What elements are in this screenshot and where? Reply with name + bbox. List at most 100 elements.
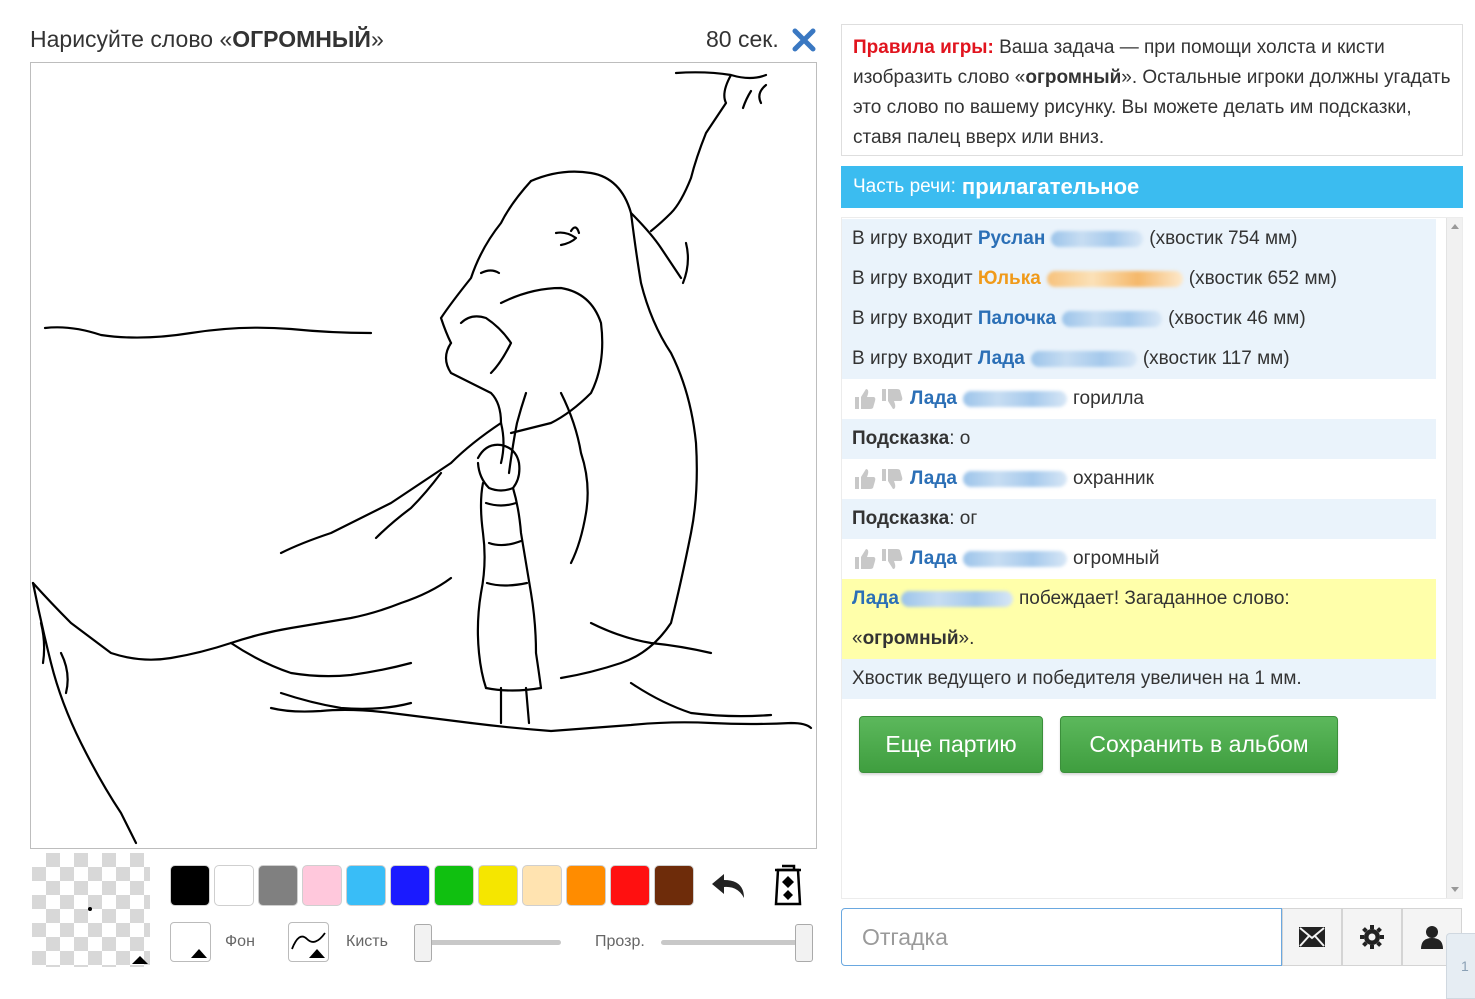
player-name[interactable]: Лада (910, 388, 957, 410)
player-name[interactable]: Лада (910, 548, 957, 570)
color-swatch-blue[interactable] (390, 865, 430, 906)
thumb-down-icon[interactable] (879, 386, 905, 412)
brush-size-slider[interactable] (420, 940, 561, 945)
blurred-surname (1062, 311, 1163, 327)
scroll-up-icon[interactable] (1451, 224, 1459, 229)
brush-dropdown-icon (309, 949, 325, 958)
scroll-down-icon[interactable] (1451, 887, 1459, 892)
thumb-up-icon[interactable] (852, 546, 878, 572)
chat-guess-line: Лада охранник (842, 459, 1436, 499)
vote-thumbs (852, 386, 906, 412)
close-icon[interactable] (790, 26, 818, 54)
part-of-speech-bar: Часть речи: прилагательное (841, 166, 1463, 208)
brush-dot (88, 907, 92, 911)
vote-thumbs (852, 466, 906, 492)
guess-text: охранник (1073, 468, 1154, 489)
chat-guess-line: Лада огромный (842, 539, 1436, 579)
color-swatch-brown[interactable] (654, 865, 694, 906)
task-prefix: Нарисуйте слово « (30, 26, 233, 52)
color-swatch-beige[interactable] (522, 865, 562, 906)
color-swatch-pink[interactable] (302, 865, 342, 906)
player-name[interactable]: Палочка (978, 308, 1056, 330)
hint-label: Подсказка (852, 428, 950, 449)
task-title: Нарисуйте слово «ОГРОМНЫЙ» (30, 26, 384, 53)
user-icon (1421, 926, 1443, 949)
player-name[interactable]: Юлька (978, 268, 1041, 290)
color-swatch-white[interactable] (214, 865, 254, 906)
blurred-surname (1030, 351, 1137, 367)
background-picker[interactable] (170, 922, 211, 962)
color-swatch-orange[interactable] (566, 865, 606, 906)
blurred-surname (963, 471, 1067, 487)
join-prefix: В игру входит (852, 268, 973, 289)
guess-input[interactable] (841, 908, 1282, 966)
chat-join-line: В игру входит Руслан (хвостик 754 мм) (842, 219, 1436, 259)
blurred-surname (1046, 271, 1183, 287)
player-name[interactable]: Лада (978, 348, 1025, 370)
join-prefix: В игру входит (852, 348, 973, 369)
join-tail: (хвостик 117 мм) (1142, 348, 1290, 369)
color-swatch-gray[interactable] (258, 865, 298, 906)
save-to-album-button[interactable]: Сохранить в альбом (1060, 716, 1338, 773)
color-swatch-black[interactable] (170, 865, 210, 906)
winner-name[interactable]: Лада (852, 588, 899, 610)
winner-word-open: « (852, 628, 863, 649)
thumb-down-icon[interactable] (879, 466, 905, 492)
gear-icon (1360, 925, 1384, 949)
guess-text: огромный (1073, 548, 1160, 569)
drawing-canvas[interactable] (30, 62, 817, 849)
color-swatch-light-blue[interactable] (346, 865, 386, 906)
chat-log: В игру входит Руслан (хвостик 754 мм) В и… (841, 217, 1463, 899)
blurred-surname (901, 591, 1013, 607)
task-word: ОГРОМНЫЙ (232, 26, 371, 52)
thumb-down-icon[interactable] (879, 546, 905, 572)
vote-thumbs (852, 546, 906, 572)
timer: 80 сек. (706, 26, 779, 52)
opacity-slider[interactable] (661, 940, 807, 945)
mail-button[interactable] (1282, 908, 1342, 966)
mail-icon (1299, 927, 1325, 947)
undo-icon[interactable] (710, 866, 750, 906)
brush-size-handle[interactable] (414, 924, 432, 962)
player-name[interactable]: Руслан (978, 228, 1045, 250)
clear-canvas-icon[interactable] (770, 862, 806, 906)
blurred-surname (963, 551, 1067, 567)
preview-corner-arrow-icon[interactable] (132, 956, 148, 964)
brush-preview (32, 853, 150, 967)
settings-button[interactable] (1342, 908, 1402, 966)
hint-text: : ог (949, 508, 978, 529)
hint-text: : о (949, 428, 971, 449)
color-palette (170, 865, 694, 906)
blurred-surname (963, 391, 1067, 407)
join-tail: (хвостик 46 мм) (1168, 308, 1306, 329)
chat-join-line: В игру входит Лада (хвостик 117 мм) (842, 339, 1436, 379)
chat-guess-line: Лада горилла (842, 379, 1436, 419)
background-label: Фон (225, 933, 255, 950)
color-swatch-yellow[interactable] (478, 865, 518, 906)
task-suffix: » (370, 26, 384, 52)
chat-hint-line: Подсказка: о (842, 419, 1436, 459)
join-prefix: В игру входит (852, 228, 973, 249)
opacity-handle[interactable] (795, 924, 813, 962)
brush-picker[interactable] (288, 922, 329, 962)
join-prefix: В игру входит (852, 308, 973, 329)
rules-title: Правила игры: (853, 37, 994, 58)
thumb-up-icon[interactable] (852, 386, 878, 412)
color-swatch-red[interactable] (610, 865, 650, 906)
player-name[interactable]: Лада (910, 468, 957, 490)
chat-reward-line: Хвостик ведущего и победителя увеличен н… (842, 659, 1436, 699)
side-tab[interactable]: 1 (1446, 933, 1475, 999)
winner-word: огромный (862, 628, 959, 649)
chat-join-line: В игру входит Палочка (хвостик 46 мм) (842, 299, 1436, 339)
play-again-button[interactable]: Еще партию (859, 716, 1043, 773)
background-dropdown-icon (191, 949, 207, 958)
guess-text: горилла (1073, 388, 1144, 409)
winner-text: побеждает! Загаданное слово: (1019, 588, 1290, 609)
blurred-surname (1051, 231, 1144, 247)
drawing-strokes (31, 71, 813, 845)
color-swatch-green[interactable] (434, 865, 474, 906)
thumb-up-icon[interactable] (852, 466, 878, 492)
chat-scrollbar[interactable] (1446, 218, 1462, 898)
game-rules: Правила игры: Ваша задача — при помощи х… (841, 24, 1463, 156)
part-of-speech-label: Часть речи: (853, 176, 956, 197)
